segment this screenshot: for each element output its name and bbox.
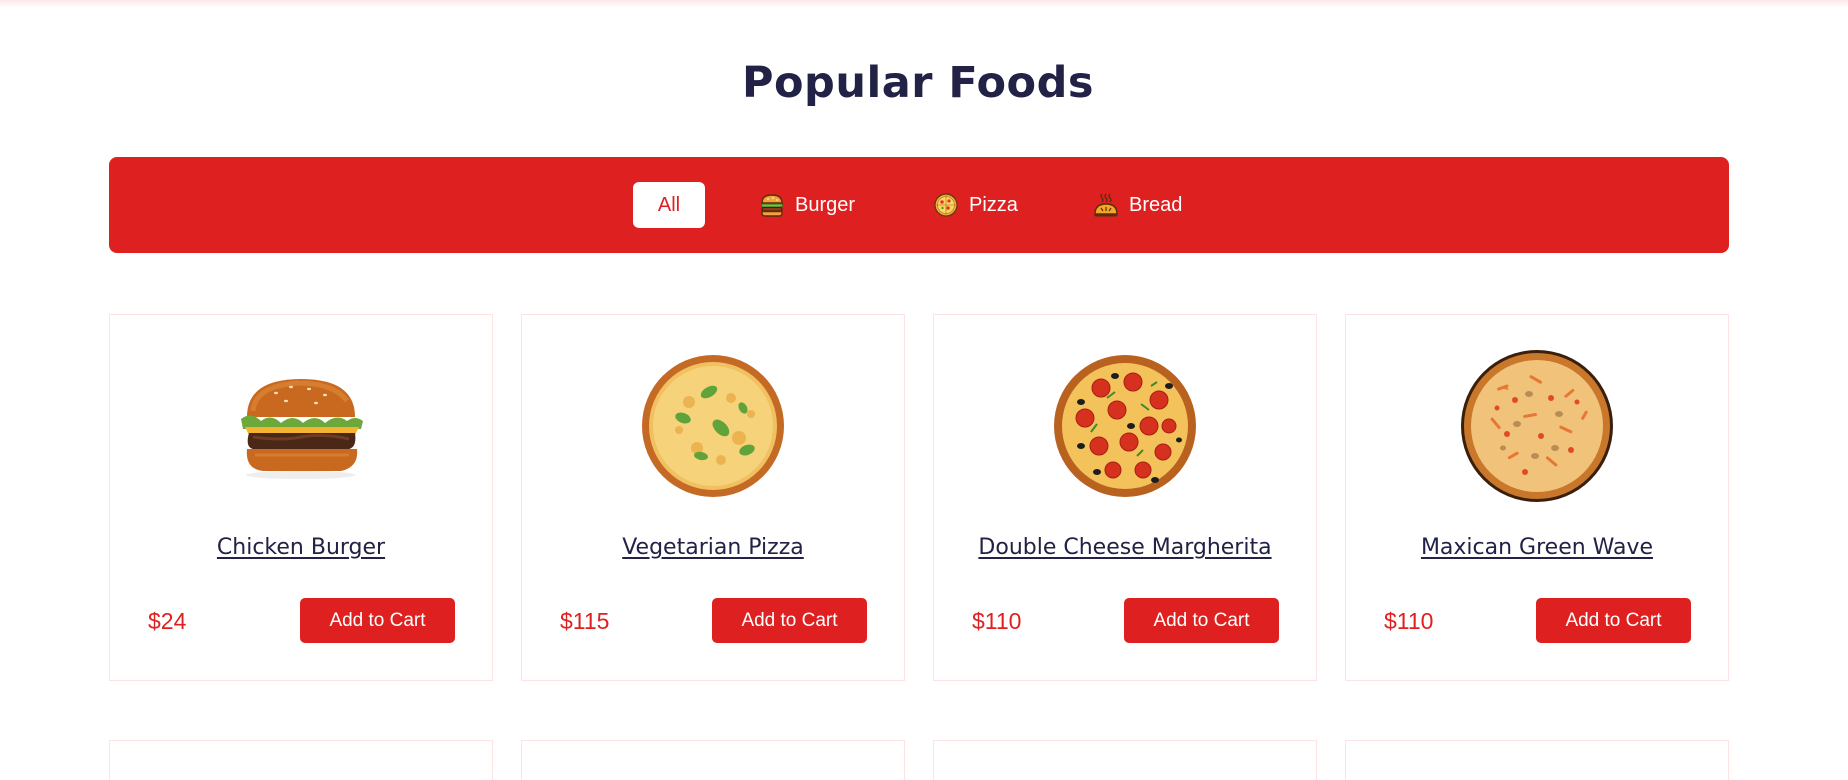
product-card-partial [109,740,493,780]
filter-label: Bread [1129,193,1183,216]
category-filter-bar: All Burger Pizza Bread [109,157,1729,253]
product-image-mixed-pizza[interactable] [1457,350,1617,502]
filter-bread-button[interactable]: Bread [1093,182,1182,228]
add-to-cart-button[interactable]: Add to Cart [300,598,455,643]
product-price: $110 [1384,608,1434,634]
product-name-link[interactable]: Maxican Green Wave [1346,535,1728,560]
product-name-link[interactable]: Vegetarian Pizza [522,535,904,560]
filter-label: All [657,193,681,216]
product-image-burger[interactable] [221,351,381,501]
add-to-cart-button[interactable]: Add to Cart [712,598,867,643]
product-image-pepperoni-pizza[interactable] [1045,351,1205,501]
burger-icon [759,192,785,218]
add-to-cart-button[interactable]: Add to Cart [1536,598,1691,643]
filter-pizza-button[interactable]: Pizza [933,182,1018,228]
product-card: Vegetarian Pizza $115 Add to Cart [521,314,905,681]
filter-burger-button[interactable]: Burger [759,182,855,228]
product-price: $24 [148,608,187,634]
product-name-link[interactable]: Double Cheese Margherita [934,535,1316,560]
product-card-partial [933,740,1317,780]
bread-icon [1093,192,1119,218]
product-card: Double Cheese Margherita $110 Add to Car… [933,314,1317,681]
header-shadow [0,0,1848,7]
page-title: Popular Foods [742,58,1094,108]
product-name-link[interactable]: Chicken Burger [110,535,492,560]
product-card-partial [1345,740,1729,780]
filter-all-button[interactable]: All [633,182,705,228]
product-price: $110 [972,608,1022,634]
product-image-veg-pizza[interactable] [633,351,793,501]
product-card: Chicken Burger $24 Add to Cart [109,314,493,681]
filter-label: Burger [795,193,856,216]
add-to-cart-button[interactable]: Add to Cart [1124,598,1279,643]
filter-label: Pizza [969,193,1018,216]
product-price: $115 [560,608,610,634]
product-card-partial [521,740,905,780]
pizza-icon [933,192,959,218]
product-card: Maxican Green Wave $110 Add to Cart [1345,314,1729,681]
